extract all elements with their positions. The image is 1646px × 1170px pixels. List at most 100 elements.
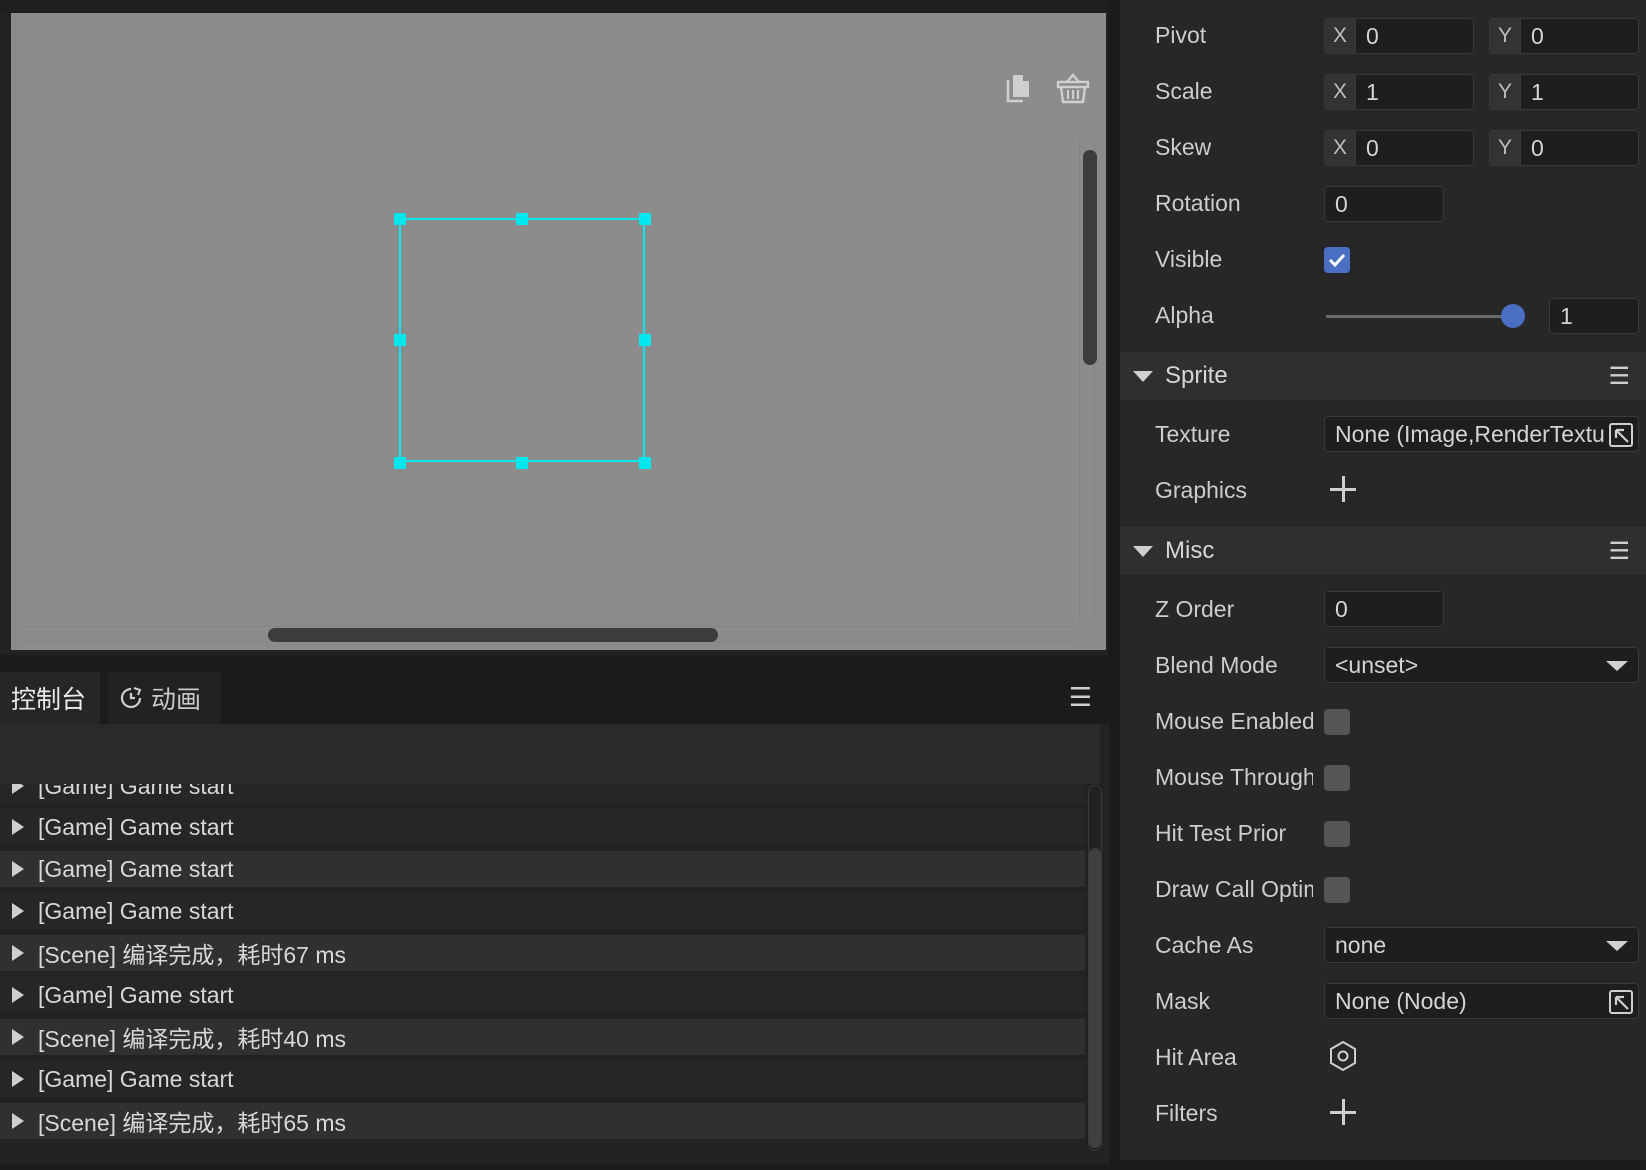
section-menu-icon[interactable]: ☰ [1608, 537, 1630, 566]
alpha-slider-knob[interactable] [1501, 304, 1525, 328]
rotation-value: 0 [1335, 190, 1348, 217]
texture-field[interactable]: None (Image,RenderTexture) [1324, 416, 1639, 452]
hexagon-icon[interactable] [1328, 1040, 1358, 1072]
log-row[interactable]: [Scene] 编译完成，耗时67 ms [0, 935, 1085, 971]
skew-x-field[interactable]: X 0 [1324, 130, 1474, 166]
texture-value: None (Image,RenderTexture) [1335, 420, 1605, 447]
section-menu-icon[interactable]: ☰ [1608, 362, 1630, 391]
log-text: [Game] Game start [38, 813, 234, 840]
resize-handle-top-left[interactable] [394, 213, 406, 225]
pivot-x-field[interactable]: X 0 [1324, 18, 1474, 54]
alpha-value: 1 [1560, 302, 1573, 329]
console-menu-icon[interactable]: ☰ [1069, 682, 1092, 713]
sprite-section-header[interactable]: Sprite ☰ [1120, 352, 1646, 400]
z-order-field[interactable]: 0 [1324, 591, 1444, 627]
selection-box[interactable] [399, 218, 645, 462]
hit-test-prior-checkbox[interactable] [1324, 821, 1350, 847]
pivot-y-value: 0 [1531, 22, 1544, 49]
expand-arrow-icon[interactable] [12, 945, 24, 961]
misc-section-title: Misc [1165, 537, 1215, 564]
scale-x-value: 1 [1366, 78, 1379, 105]
chevron-down-icon [1606, 661, 1628, 671]
skew-label: Skew [1155, 134, 1212, 160]
alpha-label: Alpha [1155, 302, 1214, 328]
log-text: [Scene] 编译完成，耗时65 ms [38, 1110, 347, 1136]
log-row[interactable]: [Scene] 编译完成，耗时65 ms [0, 1103, 1085, 1139]
log-row[interactable]: [Game] Game start [0, 809, 1085, 845]
expand-arrow-icon[interactable] [12, 987, 24, 1003]
rotation-label: Rotation [1155, 190, 1241, 216]
pivot-x-value: 0 [1366, 22, 1379, 49]
skew-y-value: 0 [1531, 134, 1544, 161]
log-row[interactable]: [Scene] 编译完成，耗时40 ms [0, 1019, 1085, 1055]
misc-section-header[interactable]: Misc ☰ [1120, 527, 1646, 575]
object-picker-icon[interactable] [1608, 989, 1634, 1015]
collapse-arrow-icon[interactable] [1133, 370, 1153, 382]
expand-arrow-icon[interactable] [12, 1029, 24, 1045]
expand-arrow-icon[interactable] [12, 819, 24, 835]
resize-handle-bottom-left[interactable] [394, 457, 406, 469]
expand-arrow-icon[interactable] [12, 1071, 24, 1087]
cache-as-select[interactable]: none [1324, 927, 1639, 963]
resize-handle-bottom-right[interactable] [639, 457, 651, 469]
mouse-enabled-label: Mouse Enabled [1155, 708, 1313, 734]
collapse-arrow-icon[interactable] [1133, 545, 1153, 557]
expand-arrow-icon[interactable] [12, 861, 24, 877]
mask-label: Mask [1155, 988, 1210, 1014]
alpha-slider-track[interactable] [1326, 315, 1512, 318]
visible-label: Visible [1155, 246, 1223, 272]
skew-y-field[interactable]: Y 0 [1489, 130, 1639, 166]
pivot-y-field[interactable]: Y 0 [1489, 18, 1639, 54]
z-order-label: Z Order [1155, 596, 1235, 622]
tab-console[interactable]: 控制台 [0, 672, 100, 724]
tab-animation[interactable]: 动画 [108, 672, 221, 724]
resize-handle-left[interactable] [394, 334, 406, 346]
resize-handle-top[interactable] [516, 213, 528, 225]
mouse-enabled-checkbox[interactable] [1324, 709, 1350, 735]
log-row[interactable]: [Game] Game start [0, 893, 1085, 929]
resize-handle-top-right[interactable] [639, 213, 651, 225]
axis-y-label: Y [1490, 75, 1521, 109]
console-scroll-thumb[interactable] [1089, 848, 1101, 1148]
cache-as-value: none [1335, 931, 1387, 958]
texture-label: Texture [1155, 421, 1231, 447]
mouse-through-checkbox[interactable] [1324, 765, 1350, 791]
clear-basket-icon[interactable] [1056, 72, 1090, 104]
alpha-field[interactable]: 1 [1549, 298, 1639, 334]
log-row[interactable]: [Game] Game start [0, 851, 1085, 887]
sprite-section-title: Sprite [1165, 362, 1228, 389]
scale-y-field[interactable]: Y 1 [1489, 74, 1639, 110]
mouse-through-label: Mouse Through [1155, 764, 1313, 790]
scale-x-field[interactable]: X 1 [1324, 74, 1474, 110]
log-row[interactable]: [Game] Game start [0, 977, 1085, 1013]
chevron-down-icon [1606, 941, 1628, 951]
resize-handle-bottom[interactable] [516, 457, 528, 469]
skew-x-value: 0 [1366, 134, 1379, 161]
scene-horizontal-scroll-thumb[interactable] [268, 628, 718, 642]
log-text: [Scene] 编译完成，耗时40 ms [38, 1026, 347, 1052]
log-row[interactable]: [Game] Game start [0, 1061, 1085, 1097]
expand-arrow-icon[interactable] [12, 1113, 24, 1129]
pivot-label: Pivot [1155, 22, 1207, 48]
object-picker-icon[interactable] [1608, 422, 1634, 448]
log-text: [Game] Game start [38, 981, 234, 1008]
add-graphics-icon[interactable] [1330, 476, 1356, 502]
rotation-field[interactable]: 0 [1324, 186, 1444, 222]
add-filter-icon[interactable] [1330, 1099, 1356, 1125]
draw-call-opti-checkbox[interactable] [1324, 877, 1350, 903]
scene-top-strip [0, 0, 1108, 13]
expand-arrow-icon[interactable] [12, 784, 24, 794]
expand-arrow-icon[interactable] [12, 903, 24, 919]
resize-handle-right[interactable] [639, 334, 651, 346]
scene-vertical-scroll-thumb[interactable] [1083, 150, 1097, 365]
copy-icon[interactable] [1005, 73, 1031, 103]
log-row[interactable]: [Game] Game start [0, 784, 1085, 804]
tab-console-label: 控制台 [11, 686, 87, 714]
visible-checkbox[interactable] [1324, 247, 1350, 273]
log-text: [Game] Game start [38, 855, 234, 882]
mask-field[interactable]: None (Node) [1324, 983, 1639, 1019]
blend-mode-select[interactable]: <unset> [1324, 647, 1639, 683]
clock-icon [120, 687, 142, 709]
blend-mode-value: <unset> [1335, 651, 1419, 678]
console-log-list[interactable]: [Game] Game start [Game] Game start [Gam… [0, 784, 1085, 1159]
